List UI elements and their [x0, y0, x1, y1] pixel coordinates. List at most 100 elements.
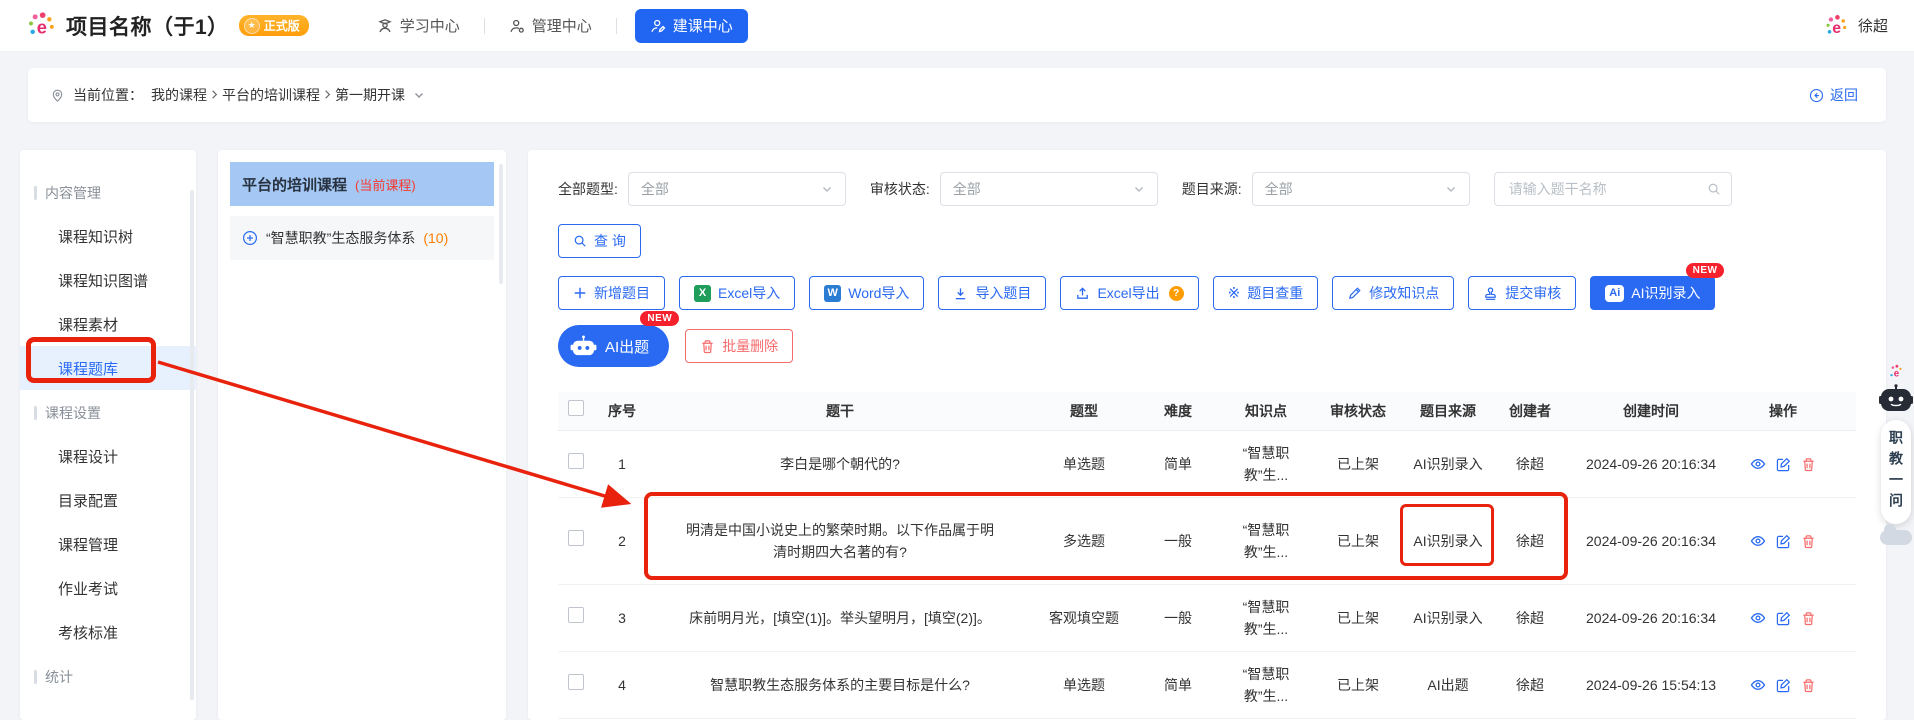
cell-type: 多选题 [1063, 533, 1105, 549]
cell-knowledge-text: “智慧职教”生... [1242, 445, 1290, 483]
filter-audit-status: 审核状态: 全部 [870, 172, 1158, 206]
button-add-question[interactable]: 新增题目 [558, 276, 665, 310]
row-checkbox[interactable] [568, 607, 584, 623]
search-icon[interactable] [1707, 182, 1721, 196]
table-row: 4 智慧职教生态服务体系的主要目标是什么? 单选题 简单 “智慧职教”生... 已上架 AI… [558, 652, 1856, 719]
row-checkbox[interactable] [568, 530, 584, 546]
filter-select-question-source[interactable]: 全部 [1251, 172, 1470, 206]
delete-icon[interactable] [1801, 678, 1816, 693]
breadcrumb-item[interactable]: 平台的培训课程 [222, 87, 320, 103]
chevron-down-icon[interactable] [1445, 183, 1457, 195]
plus-icon [573, 286, 587, 300]
edit-icon[interactable] [1776, 457, 1791, 472]
delete-icon[interactable] [1801, 611, 1816, 626]
cell-knowledge: “智慧职教”生... [1218, 519, 1314, 563]
cell-knowledge-text: “智慧职教”生... [1242, 666, 1290, 704]
svg-text:e: e [37, 16, 47, 37]
upload-icon [1075, 286, 1090, 301]
sidebar-item-course-knowledge-tree[interactable]: 课程知识树 [20, 214, 196, 258]
chevron-down-icon[interactable] [1133, 183, 1145, 195]
view-icon[interactable] [1750, 456, 1766, 472]
button-excel-export[interactable]: Excel导出? [1060, 276, 1199, 310]
breadcrumb-items: 我的课程 平台的培训课程 第一期开课 [151, 85, 405, 105]
sidebar-item-assessment-standard[interactable]: 考核标准 [20, 610, 196, 654]
nav-item-admin-center[interactable]: 管理中心 [503, 9, 598, 43]
location-pin-icon [50, 88, 65, 103]
sidebar-item-homework-exam[interactable]: 作业考试 [20, 566, 196, 610]
cell-knowledge: “智慧职教”生... [1218, 663, 1314, 707]
row-checkbox[interactable] [568, 453, 584, 469]
stamp-icon [1483, 286, 1498, 301]
button-duplicate-check[interactable]: ※ 题目查重 [1212, 276, 1319, 310]
sidebar-item-course-question-bank[interactable]: 课程题库 [20, 346, 196, 390]
filter-question-source: 题目来源: 全部 [1182, 172, 1470, 206]
button-label: AI识别录入 [1631, 285, 1701, 301]
nav-item-course-building-center[interactable]: 建课中心 [634, 8, 748, 43]
query-button[interactable]: 查 询 [558, 224, 641, 258]
nav-item-learning-center[interactable]: 学习中心 [371, 9, 466, 43]
column-header: 操作 [1769, 403, 1797, 419]
view-icon[interactable] [1750, 533, 1766, 549]
assistant-robot-icon[interactable] [1879, 384, 1913, 414]
select-all-checkbox[interactable] [568, 400, 584, 416]
sidebar-item-course-knowledge-graph[interactable]: 课程知识图谱 [20, 258, 196, 302]
button-ai-generate[interactable]: AI出题 NEW [558, 311, 680, 367]
edit-icon[interactable] [1776, 611, 1791, 626]
cloud-decoration [1880, 524, 1912, 545]
cell-checkbox [558, 530, 594, 552]
sidebar: 内容管理 课程知识树 课程知识图谱 课程素材 课程题库 课程设置 课程设计 目录配置 课程管理作… [20, 150, 196, 720]
chevron-down-icon[interactable] [821, 183, 833, 195]
cell-source: AI出题 [1402, 674, 1494, 696]
button-submit-review[interactable]: 提交审核 [1468, 276, 1577, 310]
new-badge: NEW [1685, 263, 1725, 278]
chevron-down-icon[interactable] [413, 89, 425, 101]
edit-icon[interactable] [1776, 534, 1791, 549]
cell-audit-status: 已上架 [1337, 456, 1379, 472]
cell-difficulty: 简单 [1164, 677, 1192, 693]
toolbar-actions-secondary: AI出题 NEW 批量删除 [558, 311, 1856, 368]
help-icon[interactable]: ? [1168, 285, 1184, 301]
column-header: 题干 [826, 403, 854, 419]
robot-icon [570, 334, 597, 358]
view-icon[interactable] [1750, 677, 1766, 693]
filter-select-audit-status[interactable]: 全部 [939, 172, 1158, 206]
sidebar-item-course-materials[interactable]: 课程素材 [20, 302, 196, 346]
button-import-questions[interactable]: 导入题目 [938, 276, 1047, 310]
view-icon[interactable] [1750, 610, 1766, 626]
nav-item-label: 建课中心 [672, 18, 733, 35]
nav-separator [483, 17, 485, 34]
app-header: e 项目名称（于1） ★ 正式版 学习中心 管理中心 建课中心 e 徐超 [0, 0, 1914, 52]
cell-stem: 智慧职教生态服务体系的主要目标是什么? [650, 674, 1030, 696]
sidebar-item-course-management[interactable]: 课程管理 [20, 522, 196, 566]
row-checkbox[interactable] [568, 674, 584, 690]
button-label: Excel导出 [1097, 285, 1160, 301]
button-batch-delete[interactable]: 批量删除 [685, 329, 794, 363]
delete-icon[interactable] [1801, 534, 1816, 549]
cell-creator: 徐超 [1516, 456, 1544, 472]
sidebar-item-catalog-config[interactable]: 目录配置 [20, 478, 196, 522]
breadcrumb: 当前位置： 我的课程 平台的培训课程 第一期开课 [50, 85, 425, 105]
current-course-item[interactable]: 平台的培训课程 (当前课程) [230, 162, 494, 206]
cell-stem-text: 李白是哪个朝代的? [780, 456, 900, 472]
back-button[interactable]: 返回 [1803, 84, 1864, 106]
breadcrumb-item[interactable]: 我的课程 [151, 87, 207, 103]
button-excel-import[interactable]: X Excel导入 [679, 276, 796, 310]
sidebar-section-title: 统计 [45, 669, 73, 685]
breadcrumb-item[interactable]: 第一期开课 [335, 87, 405, 103]
filter-label: 题目来源: [1181, 181, 1242, 197]
assistant-pill[interactable]: 职教一问 [1881, 420, 1911, 524]
filter-select-question-type[interactable]: 全部 [627, 172, 846, 206]
cell-type: 客观填空题 [1049, 610, 1119, 626]
svg-text:e: e [1894, 368, 1900, 379]
edit-icon[interactable] [1776, 678, 1791, 693]
button-ai-recognition-entry[interactable]: Ai AI识别录入 NEW [1590, 263, 1725, 310]
user-info[interactable]: e 徐超 [1823, 13, 1888, 39]
button-modify-knowledge-point[interactable]: 修改知识点 [1332, 276, 1455, 310]
sidebar-item-course-design[interactable]: 课程设计 [20, 434, 196, 478]
delete-icon[interactable] [1801, 457, 1816, 472]
course-tree-item[interactable]: “智慧职教”生态服务体系 (10) [230, 216, 494, 260]
search-input[interactable] [1506, 180, 1699, 198]
button-word-import[interactable]: W Word导入 [809, 276, 925, 310]
circle-plus-icon[interactable] [242, 230, 258, 246]
cell-stem: 床前明月光，[填空(1)]。举头望明月，[填空(2)]。 [650, 607, 1030, 629]
